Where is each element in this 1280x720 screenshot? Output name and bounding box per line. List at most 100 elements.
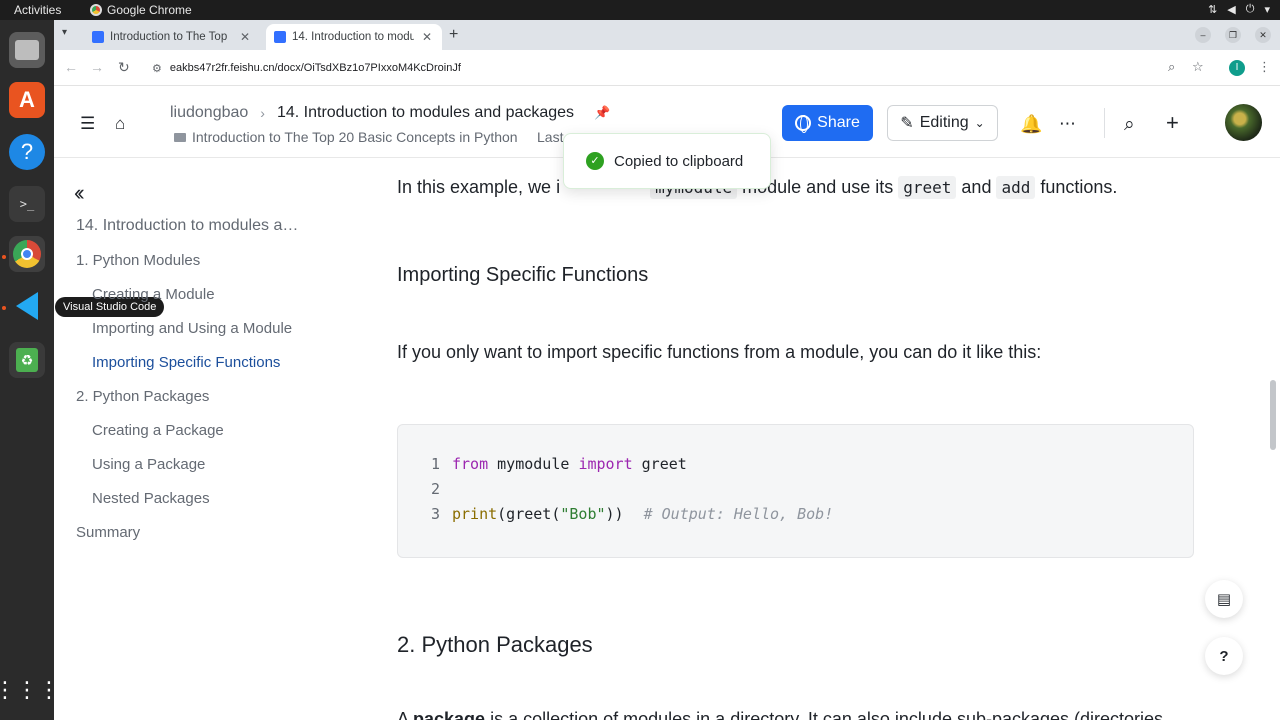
more-options-icon[interactable]: ⋯ [1059,114,1076,134]
tab-modules-packages[interactable]: 14. Introduction to modu ✕ [266,24,442,50]
toc-item-importing-specific[interactable]: Importing Specific Functions [92,354,280,371]
collapse-toc-icon[interactable]: ‹‹ [74,180,84,206]
network-icon: ⇅ [1208,4,1218,16]
power-icon: ⏻ [1245,3,1255,15]
inline-code: greet [898,176,957,199]
url-text: eakbs47r2fr.feishu.cn/docx/OiTsdXBz1o7PI… [169,62,461,74]
inline-code: add [996,176,1036,199]
site-info-icon[interactable]: ⚙ [152,62,162,75]
close-tab-icon[interactable]: ✕ [422,30,432,44]
create-plus-icon[interactable]: + [1166,110,1179,136]
minimize-window-button[interactable]: – [1195,27,1211,43]
code-token: from [452,455,489,473]
dock-terminal-icon[interactable]: >_ [9,186,45,222]
browser-menu-icon[interactable]: ⋮ [1258,59,1271,75]
toc-item-python-packages[interactable]: 2. Python Packages [76,388,209,405]
code-token: import [578,455,633,473]
paragraph-specific-functions: If you only want to import specific func… [397,342,1042,362]
code-line: 1 from mymodule import greet [398,455,687,477]
bold-text: package [413,709,486,720]
share-button[interactable]: Share [782,105,873,141]
tab-search-icon[interactable]: ▾ [62,27,67,38]
text: and [956,177,997,197]
dock-show-apps-icon[interactable]: ⋮⋮⋮ [0,672,60,708]
code-token: mymodule [488,455,579,473]
heading-python-packages: 2. Python Packages [397,632,593,657]
address-bar[interactable]: ⚙ eakbs47r2fr.feishu.cn/docx/OiTsdXBz1o7… [142,55,1192,81]
success-check-icon: ✓ [586,152,604,170]
zoom-icon[interactable]: ⌕ [1168,59,1175,75]
folder-icon [174,132,186,142]
toc-item-creating-module[interactable]: Creating a Module [92,286,215,303]
running-indicator [2,306,6,310]
dock-software-icon[interactable]: A [9,82,45,118]
toc-item-nested-packages[interactable]: Nested Packages [92,490,210,507]
tray-menu-icon: ▾ [1264,4,1270,16]
page-title[interactable]: 14. Introduction to modules and packages [277,104,574,122]
code-token: greet [632,455,687,473]
toc-item-doc-title[interactable]: 14. Introduction to modules a… [76,217,298,235]
bookmark-star-icon[interactable]: ☆ [1192,59,1204,75]
code-token: (greet( [497,505,561,523]
pencil-icon: ✎ [900,115,914,132]
reload-button[interactable]: ↻ [118,59,130,76]
text: is a collection of modules in a director… [485,709,1164,720]
tab-title: 14. Introduction to modu [292,31,414,43]
help-icon[interactable]: ? [1205,637,1243,675]
tab-title: Introduction to The Top [110,31,228,43]
close-tab-icon[interactable]: ✕ [240,30,250,44]
editing-mode-button[interactable]: ✎ Editing ⌄ [887,105,998,141]
back-button[interactable]: ← [64,59,78,75]
active-app-menu[interactable]: Google Chrome [90,3,192,17]
dock: A ? >_ ♻ ⋮⋮⋮ [0,20,60,720]
heading-importing-specific: Importing Specific Functions [397,264,649,286]
activities-button[interactable]: Activities [14,3,61,17]
parent-doc-link[interactable]: Introduction to The Top 20 Basic Concept… [174,129,518,145]
maximize-window-button[interactable]: ❐ [1225,27,1241,43]
chevron-down-icon: ⌄ [974,116,985,130]
line-number: 2 [430,480,440,498]
pin-icon[interactable]: 📌 [594,105,610,121]
breadcrumb: liudongbao › 14. Introduction to modules… [170,104,610,122]
code-token: print [452,505,498,523]
code-block[interactable]: 1 from mymodule import greet 2 3 print (g… [397,424,1194,558]
notification-bell-icon[interactable]: 🔔 [1020,114,1042,135]
chrome-icon [90,4,102,16]
table-of-contents: ‹‹ 14. Introduction to modules a… 1. Pyt… [54,158,344,720]
dock-files-icon[interactable] [9,32,45,68]
volume-icon: ◀ [1227,4,1236,16]
os-top-bar: Activities Google Chrome ⇅ ◀ ⏻ ▾ [0,0,1280,20]
browser-tab-strip: ▾ Introduction to The Top ✕ 14. Introduc… [54,20,1280,50]
user-avatar[interactable] [1225,104,1262,141]
toc-item-using-package[interactable]: Using a Package [92,456,205,473]
comment-panel-icon[interactable]: ▤ [1205,580,1243,618]
new-tab-button[interactable]: + [449,26,458,44]
code-line: 3 print (greet("Bob")) # Output: Hello, Bo… [398,505,833,527]
text: functions. [1035,177,1118,197]
toc-item-python-modules[interactable]: 1. Python Modules [76,252,200,269]
toc-item-creating-package[interactable]: Creating a Package [92,422,224,439]
system-tray[interactable]: ⇅ ◀ ⏻ ▾ [1208,3,1270,16]
tab-intro-top20[interactable]: Introduction to The Top ✕ [84,24,260,50]
profile-avatar[interactable]: I [1229,60,1245,76]
dock-help-icon[interactable]: ? [9,134,45,170]
dock-chrome-icon[interactable] [9,236,45,272]
toc-item-importing-using[interactable]: Importing and Using a Module [92,320,292,337]
share-label: Share [817,114,860,131]
parent-doc-title: Introduction to The Top 20 Basic Concept… [192,129,518,145]
dock-vscode-icon[interactable] [9,288,45,324]
line-number: 1 [430,455,440,473]
forward-button[interactable]: → [90,59,104,75]
dock-trash-icon[interactable]: ♻ [9,342,45,378]
divider [1104,108,1105,138]
close-window-button[interactable]: ✕ [1255,27,1271,43]
breadcrumb-owner[interactable]: liudongbao [170,104,248,122]
home-icon[interactable]: ⌂ [115,114,125,134]
search-icon[interactable]: ⌕ [1124,114,1135,136]
toc-toggle-icon[interactable]: ☰ [80,114,95,134]
paragraph-package-definition: A package is a collection of modules in … [397,709,1163,720]
toc-item-summary[interactable]: Summary [76,524,140,541]
page-scrollbar[interactable] [1270,380,1276,450]
text: In this example, we i [397,177,561,197]
toast-message: Copied to clipboard [614,152,744,170]
